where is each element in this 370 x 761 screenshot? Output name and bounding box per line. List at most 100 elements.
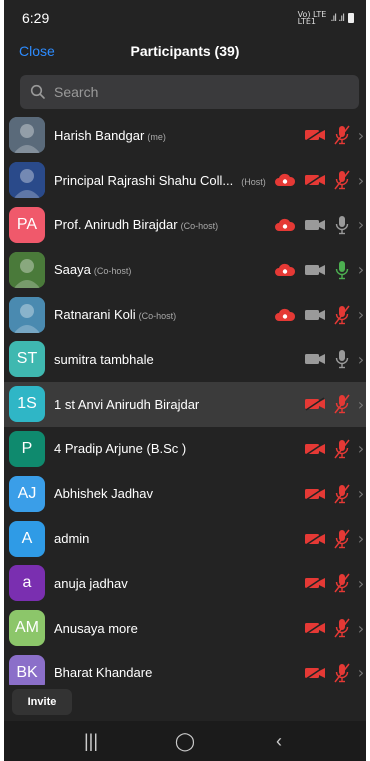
avatar: P <box>9 430 45 467</box>
participant-controls: › <box>304 561 366 606</box>
mic-icon[interactable] <box>332 260 352 280</box>
participant-list: Harish Bandgar (me) › Principal Rajrashi Sh… <box>4 113 366 685</box>
video-icon[interactable] <box>304 263 326 277</box>
mic-muted-icon[interactable] <box>332 573 352 593</box>
video-off-icon[interactable] <box>304 531 326 546</box>
participant-name-text: Saaya <box>54 262 91 278</box>
video-off-icon[interactable] <box>304 576 326 591</box>
video-off-icon[interactable] <box>304 173 326 187</box>
mic-muted-icon[interactable] <box>332 170 352 190</box>
participant-row[interactable]: PA Prof. Anirudh Birajdar (Co-host) › <box>4 203 366 248</box>
chevron-right-icon[interactable]: › <box>356 529 366 548</box>
video-off-icon[interactable] <box>304 397 326 411</box>
android-nav-bar: ||| ◯ ‹ <box>4 721 366 761</box>
mic-muted-icon[interactable] <box>332 484 352 504</box>
participant-name-text: Abhishek Jadhav <box>54 486 154 502</box>
header: Close Participants (39) <box>4 36 366 66</box>
chevron-right-icon[interactable]: › <box>356 395 366 414</box>
signal-icon: .ıl .ıl <box>330 12 345 24</box>
chevron-right-icon[interactable]: › <box>356 126 366 145</box>
video-off-icon[interactable] <box>304 621 326 635</box>
participant-name-text: sumitra tambhale <box>54 351 154 367</box>
video-icon[interactable] <box>304 352 326 366</box>
video-off-icon[interactable] <box>304 442 326 456</box>
participant-row[interactable]: BK Bharat Khandare › <box>4 651 366 685</box>
zoom-participants-screen: 6:29 Vo) LTE LTE1 .ıl .ıl Close Particip… <box>4 0 366 761</box>
network-label: Vo) LTE LTE1 <box>297 10 327 26</box>
close-button[interactable]: Close <box>19 43 55 59</box>
chevron-right-icon[interactable]: › <box>356 260 366 279</box>
status-icons: Vo) LTE LTE1 .ıl .ıl <box>297 10 354 26</box>
participant-row[interactable]: Ratnarani Koli (Co-host) › <box>4 292 366 337</box>
search-placeholder: Search <box>54 84 99 100</box>
participant-row[interactable]: 1S 1 st Anvi Anirudh Birajdar › <box>4 381 366 427</box>
invite-button[interactable]: Invite <box>12 689 72 715</box>
participant-row[interactable]: Aadmin › <box>4 516 366 561</box>
participant-row[interactable]: Saaya (Co-host) › <box>4 247 366 292</box>
participant-controls: › <box>274 203 366 248</box>
participant-controls: › <box>304 516 366 561</box>
mic-muted-icon[interactable] <box>332 439 352 459</box>
video-off-icon[interactable] <box>304 666 326 680</box>
mic-muted-icon[interactable] <box>332 394 352 414</box>
participant-name-text: 4 Pradip Arjune (B.Sc ) <box>54 441 187 457</box>
participant-controls: › <box>304 471 366 516</box>
cloud-recording-icon <box>274 263 296 277</box>
participant-name-text: Harish Bandgar <box>54 127 145 143</box>
chevron-right-icon[interactable]: › <box>356 350 366 369</box>
video-off-icon[interactable] <box>304 487 326 501</box>
avatar: AM <box>9 610 45 647</box>
chevron-right-icon[interactable]: › <box>356 215 366 234</box>
participant-row[interactable]: AM Anusaya more › <box>4 606 366 651</box>
search-icon <box>30 84 45 99</box>
chevron-right-icon[interactable]: › <box>356 439 366 458</box>
cloud-recording-icon <box>274 218 296 232</box>
mic-icon[interactable] <box>332 215 352 235</box>
back-button[interactable]: ‹ <box>264 731 294 752</box>
avatar: A <box>9 520 45 557</box>
participant-name-text: anuja jadhav <box>54 575 128 591</box>
video-off-icon[interactable] <box>304 128 326 143</box>
participant-row[interactable]: Harish Bandgar (me) › <box>4 113 366 158</box>
chevron-right-icon[interactable]: › <box>356 619 366 638</box>
avatar: a <box>9 565 45 602</box>
chevron-right-icon[interactable]: › <box>356 484 366 503</box>
recents-button[interactable]: ||| <box>76 731 106 752</box>
participant-controls: › <box>274 247 366 292</box>
chevron-right-icon[interactable]: › <box>356 574 366 593</box>
mic-muted-icon[interactable] <box>332 125 352 145</box>
participant-role-tag: (me) <box>147 131 166 142</box>
battery-icon <box>348 13 354 23</box>
avatar <box>9 251 45 288</box>
avatar <box>9 162 45 199</box>
participant-row[interactable]: P 4 Pradip Arjune (B.Sc ) › <box>4 427 366 472</box>
video-icon[interactable] <box>304 218 326 232</box>
participant-row[interactable]: AJ Abhishek Jadhav › <box>4 471 366 516</box>
participant-role-tag: (Co-host) <box>180 221 219 232</box>
participant-name-text: Ratnarani Koli <box>54 307 136 323</box>
mic-muted-icon[interactable] <box>332 529 352 549</box>
cloud-recording-icon <box>274 308 296 322</box>
mic-icon[interactable] <box>332 349 352 369</box>
participant-controls: › <box>304 382 366 427</box>
chevron-right-icon[interactable]: › <box>356 663 366 682</box>
participant-role-tag: (Host) <box>241 176 266 187</box>
mic-muted-icon[interactable] <box>332 305 352 325</box>
avatar: ST <box>9 341 45 378</box>
participant-row[interactable]: Principal Rajrashi Shahu Coll... (Host) › <box>4 158 366 203</box>
video-icon[interactable] <box>304 308 326 322</box>
home-button[interactable]: ◯ <box>170 731 200 752</box>
participant-row[interactable]: ST sumitra tambhale › <box>4 337 366 382</box>
avatar: 1S <box>9 386 45 423</box>
chevron-right-icon[interactable]: › <box>356 171 366 190</box>
chevron-right-icon[interactable]: › <box>356 305 366 324</box>
participant-row[interactable]: a anuja jadhav › <box>4 561 366 606</box>
mic-muted-icon[interactable] <box>332 663 352 683</box>
participant-controls: › <box>304 337 366 382</box>
cloud-recording-icon <box>274 173 296 187</box>
mic-muted-icon[interactable] <box>332 618 352 638</box>
participant-controls: › <box>304 113 366 158</box>
search-input[interactable]: Search <box>20 75 359 109</box>
participant-name-text: Anusaya more <box>54 620 138 636</box>
participant-controls: › <box>274 158 366 203</box>
